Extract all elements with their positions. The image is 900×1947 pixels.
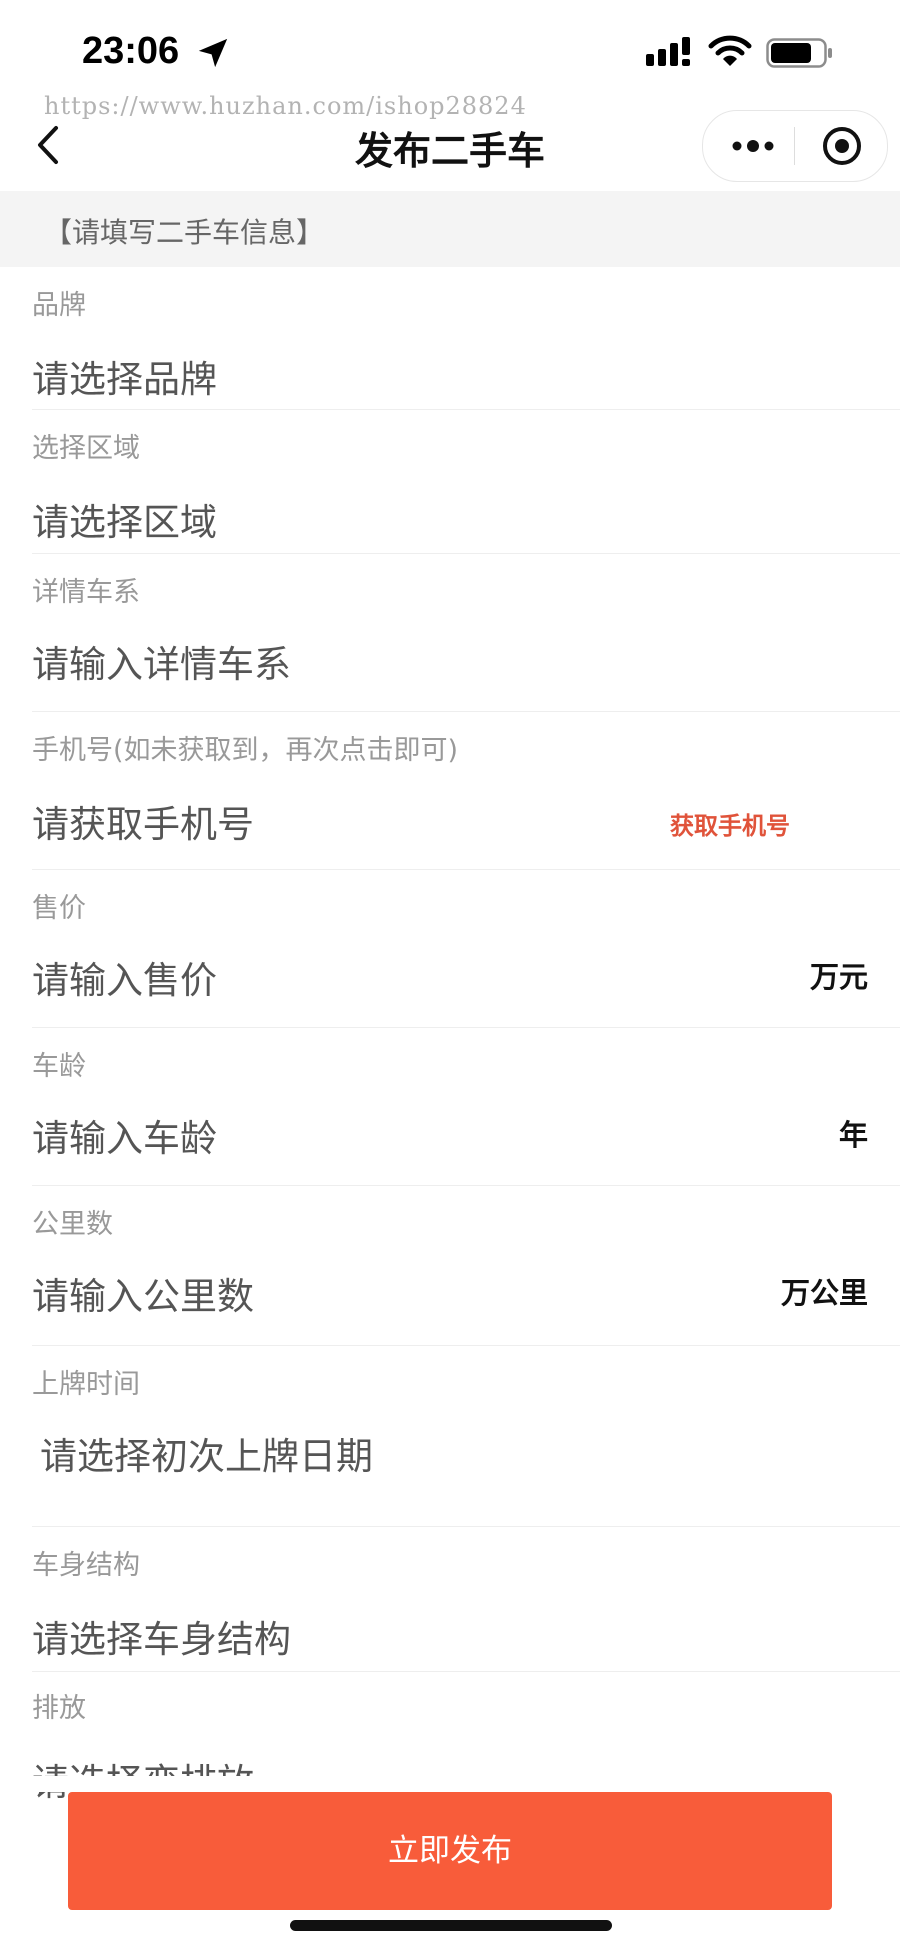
wifi-icon (708, 35, 752, 66)
register-date-picker[interactable]: 请选择初次上牌日期 (40, 1426, 373, 1480)
field-label: 售价 (32, 893, 86, 924)
field-mileage: 公里数 请输入公里数 万公里 (0, 1186, 900, 1346)
field-label: 详情车系 (32, 577, 140, 608)
field-body-structure: 车身结构 请选择车身结构 (0, 1527, 900, 1672)
location-arrow-icon (198, 38, 228, 68)
publish-button[interactable]: 立即发布 (68, 1792, 832, 1910)
field-label: 品牌 (32, 290, 86, 321)
more-dots-icon[interactable] (731, 131, 775, 161)
section-header: 【请填写二手车信息】 (0, 191, 900, 267)
field-price: 售价 请输入售价 万元 (0, 870, 900, 1028)
price-unit: 万元 (809, 960, 868, 994)
field-phone: 手机号(如未获取到，再次点击即可) 请获取手机号 获取手机号 (0, 712, 900, 870)
watermark-url: https://www.huzhan.com/ishop28824 (44, 92, 527, 120)
target-close-icon[interactable] (821, 125, 863, 167)
section-header-text: 【请填写二手车信息】 (44, 216, 325, 249)
phone-input[interactable]: 请获取手机号 (32, 794, 254, 848)
age-input[interactable]: 请输入车龄 (32, 1108, 217, 1162)
brand-select[interactable]: 请选择品牌 (32, 349, 217, 403)
field-label: 排放 (32, 1693, 86, 1724)
battery-icon (766, 38, 832, 68)
status-bar: 23:06 (0, 0, 900, 100)
status-time: 23:06 (82, 30, 180, 72)
field-brand: 品牌 请选择品牌 (0, 267, 900, 410)
home-indicator (290, 1920, 612, 1931)
mileage-unit: 万公里 (780, 1276, 868, 1310)
cellular-signal-icon (646, 37, 690, 66)
field-label: 车身结构 (32, 1550, 140, 1581)
series-input[interactable]: 请输入详情车系 (32, 634, 291, 688)
field-label: 选择区域 (32, 433, 140, 464)
field-age: 车龄 请输入车龄 年 (0, 1028, 900, 1186)
field-emission: 排放 请选择变排放 (0, 1672, 900, 1804)
age-unit: 年 (838, 1118, 868, 1152)
field-region: 选择区域 请选择区域 (0, 410, 900, 554)
mileage-input[interactable]: 请输入公里数 (32, 1266, 254, 1320)
scroll-cutoff (0, 1776, 900, 1792)
field-label: 车龄 (32, 1051, 86, 1082)
region-select[interactable]: 请选择区域 (32, 492, 217, 546)
field-label: 公里数 (32, 1209, 113, 1240)
body-structure-select[interactable]: 请选择车身结构 (32, 1609, 291, 1663)
mini-program-capsule (702, 110, 888, 182)
field-register-date: 上牌时间 请选择初次上牌日期 (0, 1346, 900, 1527)
field-series: 详情车系 请输入详情车系 (0, 554, 900, 712)
capsule-divider (794, 127, 795, 165)
field-label: 上牌时间 (32, 1369, 140, 1400)
price-input[interactable]: 请输入售价 (32, 950, 217, 1004)
get-phone-button[interactable]: 获取手机号 (670, 806, 790, 841)
field-label: 手机号(如未获取到，再次点击即可) (32, 735, 459, 766)
